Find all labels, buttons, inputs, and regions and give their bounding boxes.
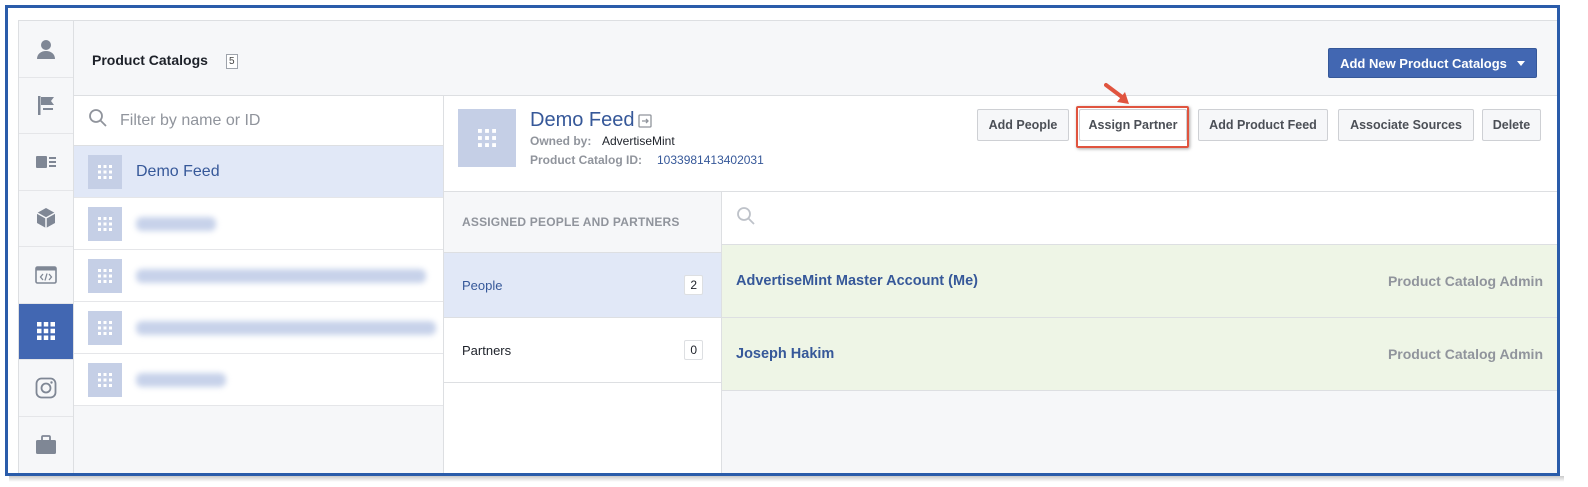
catalog-grid-icon [36,321,56,341]
catalog-thumb-icon [88,310,122,345]
blurred-catalog-name [136,372,226,387]
catalog-list-item[interactable]: Demo Feed [74,146,443,198]
catalog-list-item[interactable] [74,250,443,302]
catalog-thumb-icon [88,258,122,293]
chevron-down-icon [1516,61,1525,66]
person-icon [35,38,57,60]
catalog-list-item[interactable] [74,198,443,250]
blurred-catalog-name [136,320,436,335]
icon-rail [18,20,74,474]
owned-by-label: Owned by: [530,134,592,148]
rail-item-people[interactable] [19,21,73,78]
flag-icon [35,94,57,116]
catalog-thumb-icon [88,206,122,241]
rail-item-business[interactable] [19,417,73,474]
code-icon [35,265,57,284]
partners-count-badge: 0 [684,340,703,360]
catalog-name: Demo Feed [136,162,220,180]
members-panel: AdvertiseMint Master Account (Me) Produc… [722,192,1557,473]
page-header: Product Catalogs 5 Add New Product Catal… [74,20,1557,96]
member-name[interactable]: AdvertiseMint Master Account (Me) [736,273,978,289]
catalog-list-item[interactable] [74,354,443,406]
associate-sources-button[interactable]: Associate Sources [1338,109,1474,141]
people-count-badge: 2 [684,275,703,295]
page-title: Product Catalogs [92,52,208,68]
cube-icon [35,207,57,229]
catalog-thumb-icon [88,362,122,397]
catalog-list: Filter by name or ID Demo Feed [74,96,444,473]
rail-item-pages[interactable] [19,78,73,134]
catalog-id-value: 1033981413402031 [657,153,764,167]
catalog-title: Demo Feed [530,109,635,131]
members-search-input[interactable] [722,192,1557,245]
main-area: Product Catalogs 5 Add New Product Catal… [74,20,1557,473]
briefcase-icon [35,434,57,455]
add-new-product-catalogs-button[interactable]: Add New Product Catalogs [1328,48,1537,78]
member-role: Product Catalog Admin [1387,346,1543,362]
filter-placeholder: Filter by name or ID [120,111,261,129]
search-icon [736,206,756,231]
catalog-id-label: Product Catalog ID: [530,153,643,167]
open-link-icon[interactable] [638,114,652,133]
catalog-thumb-icon [88,154,122,189]
add-product-feed-button[interactable]: Add Product Feed [1198,109,1328,141]
member-name[interactable]: Joseph Hakim [736,346,834,362]
rail-item-pixels[interactable] [19,247,73,304]
tab-people[interactable]: People 2 [444,253,721,318]
catalog-detail: Demo Feed Owned by: AdvertiseMint Produc… [444,83,1557,473]
search-icon [88,108,108,133]
add-people-button[interactable]: Add People [977,109,1069,141]
tab-partners[interactable]: Partners 0 [444,318,721,383]
owned-by-value: AdvertiseMint [602,134,675,148]
instagram-icon [35,377,57,399]
assigned-header: ASSIGNED PEOPLE AND PARTNERS [444,192,721,253]
member-row[interactable]: Joseph Hakim Product Catalog Admin [722,318,1557,391]
rail-item-catalogs[interactable] [19,303,73,360]
catalog-list-item[interactable] [74,302,443,354]
member-role: Product Catalog Admin [1387,273,1543,289]
delete-button[interactable]: Delete [1482,109,1541,141]
rail-item-instagram[interactable] [19,360,73,417]
frame-shadow [9,476,1564,482]
catalog-count-badge: 5 [226,54,238,69]
rail-item-apps[interactable] [19,191,73,247]
blurred-catalog-name [136,216,216,231]
assign-partner-button[interactable]: Assign Partner [1079,109,1187,141]
blurred-catalog-name [136,268,426,283]
tab-partners-label: Partners [462,342,512,358]
catalog-large-thumb-icon [458,109,516,167]
member-row[interactable]: AdvertiseMint Master Account (Me) Produc… [722,245,1557,318]
catalog-detail-header: Demo Feed Owned by: AdvertiseMint Produc… [444,83,1557,192]
filter-input[interactable]: Filter by name or ID [74,96,443,146]
add-new-product-catalogs-label: Add New Product Catalogs [1340,55,1507,71]
screenshot-frame: Product Catalogs 5 Add New Product Catal… [5,5,1560,476]
ad-account-icon [35,154,57,170]
rail-item-ad-accounts[interactable] [19,134,73,191]
assigned-panel: ASSIGNED PEOPLE AND PARTNERS People 2 Pa… [444,192,722,473]
tab-people-label: People [462,277,503,293]
